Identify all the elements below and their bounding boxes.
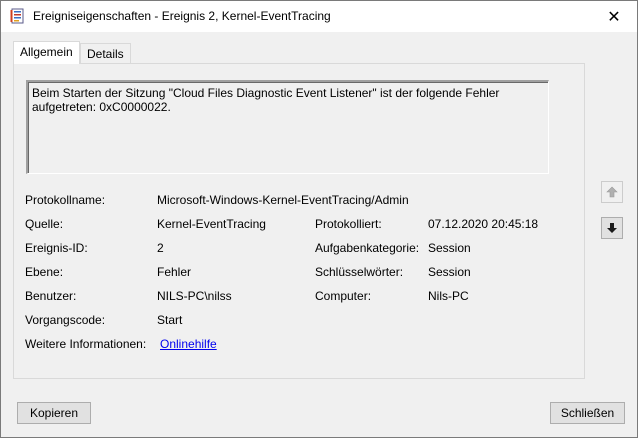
ebene-value[interactable]: Fehler <box>157 265 191 279</box>
protokollname-value[interactable]: Microsoft-Windows-Kernel-EventTracing/Ad… <box>157 193 409 207</box>
tab-details[interactable]: Details <box>80 43 131 64</box>
close-icon: ✕ <box>607 8 621 26</box>
ereignis-id-value[interactable]: 2 <box>157 241 164 255</box>
weitere-informationen-label: Weitere Informationen: <box>25 337 147 351</box>
tab-details-label: Details <box>87 47 124 61</box>
benutzer-value[interactable]: NILS-PC\nilss <box>157 289 232 303</box>
close-button-label: Schließen <box>560 406 615 420</box>
quelle-value[interactable]: Kernel-EventTracing <box>157 217 266 231</box>
arrow-down-icon <box>607 223 617 233</box>
aufgabenkategorie-value[interactable]: Session <box>428 241 471 255</box>
protokollname-label: Protokollname: <box>25 193 106 207</box>
copy-button[interactable]: Kopieren <box>17 402 91 424</box>
protokolliert-value[interactable]: 07.12.2020 20:45:18 <box>428 217 538 231</box>
copy-button-label: Kopieren <box>29 406 79 420</box>
schluesselwoerter-value[interactable]: Session <box>428 265 471 279</box>
event-viewer-icon <box>10 8 26 24</box>
close-window-button[interactable]: ✕ <box>591 1 637 32</box>
next-event-button[interactable] <box>601 217 623 239</box>
benutzer-label: Benutzer: <box>25 289 77 303</box>
close-button[interactable]: Schließen <box>550 402 625 424</box>
computer-label: Computer: <box>315 289 372 303</box>
aufgabenkategorie-label: Aufgabenkategorie: <box>315 241 420 255</box>
event-message-box[interactable]: Beim Starten der Sitzung "Cloud Files Di… <box>26 80 549 174</box>
quelle-label: Quelle: <box>25 217 64 231</box>
arrow-up-icon <box>606 186 618 198</box>
tab-allgemein[interactable]: Allgemein <box>13 41 80 64</box>
event-properties-window: Ereigniseigenschaften - Ereignis 2, Kern… <box>0 0 638 438</box>
ereignis-id-label: Ereignis-ID: <box>25 241 88 255</box>
onlinehilfe-link[interactable]: Onlinehilfe <box>160 337 217 351</box>
vorgangscode-label: Vorgangscode: <box>25 313 106 327</box>
event-message-text: Beim Starten der Sitzung "Cloud Files Di… <box>32 86 500 114</box>
computer-value[interactable]: Nils-PC <box>428 289 469 303</box>
vorgangscode-value[interactable]: Start <box>157 313 182 327</box>
protokolliert-label: Protokolliert: <box>315 217 382 231</box>
title-bar[interactable]: Ereigniseigenschaften - Ereignis 2, Kern… <box>1 1 637 32</box>
previous-event-button[interactable] <box>601 181 623 203</box>
window-title: Ereigniseigenschaften - Ereignis 2, Kern… <box>33 9 331 23</box>
tab-allgemein-label: Allgemein <box>20 45 73 59</box>
ebene-label: Ebene: <box>25 265 64 279</box>
schluesselwoerter-label: Schlüsselwörter: <box>315 265 404 279</box>
